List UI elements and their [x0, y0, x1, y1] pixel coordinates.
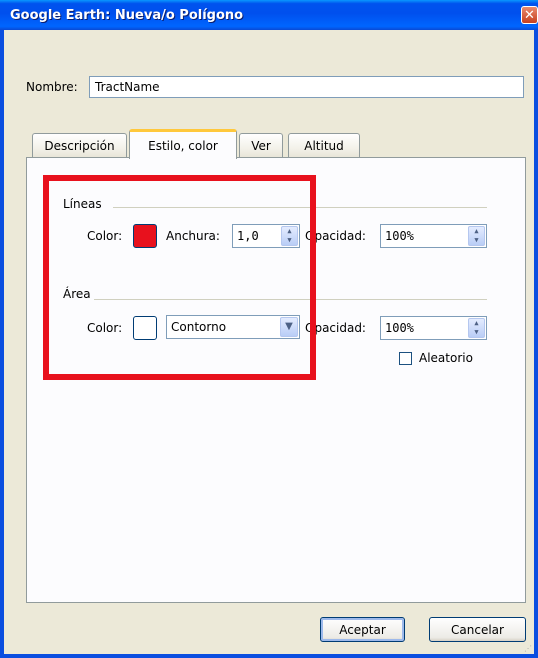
spin-arrows-icon[interactable]: ▲ ▼ — [468, 226, 485, 246]
lines-opacity-value: 100% — [385, 229, 414, 243]
random-checkbox[interactable] — [399, 352, 412, 365]
tab-altitud[interactable]: Altitud — [288, 133, 360, 158]
title-bar[interactable]: Google Earth: Nueva/o Polígono ✕ — [0, 0, 538, 30]
random-label: Aleatorio — [419, 351, 473, 365]
tab-descripcion[interactable]: Descripción — [32, 133, 127, 158]
tab-estilo-color[interactable]: Estilo, color — [129, 129, 237, 159]
highlight-annotation-frame — [43, 175, 316, 380]
name-input[interactable]: TractName — [89, 76, 524, 98]
ok-button[interactable]: Aceptar — [320, 617, 405, 642]
lines-opacity-spinner[interactable]: 100% ▲ ▼ — [380, 224, 487, 248]
area-opacity-value: 100% — [385, 321, 414, 335]
close-icon[interactable]: ✕ — [521, 6, 538, 24]
window-title: Google Earth: Nueva/o Polígono — [10, 7, 244, 23]
cancel-button[interactable]: Cancelar — [429, 617, 526, 642]
tab-ver[interactable]: Ver — [239, 133, 283, 158]
name-label: Nombre: — [26, 80, 78, 94]
area-opacity-spinner[interactable]: 100% ▲ ▼ — [380, 316, 487, 340]
resize-grip-icon[interactable]: ⋰ — [524, 644, 534, 654]
spin-arrows-icon[interactable]: ▲ ▼ — [468, 318, 485, 338]
